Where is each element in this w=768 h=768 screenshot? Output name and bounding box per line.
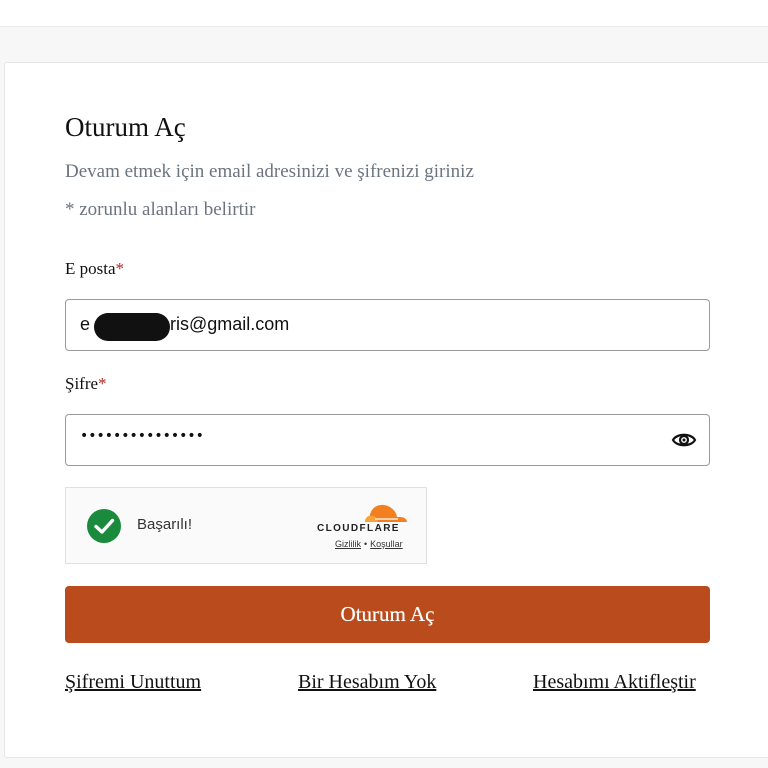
email-label-text: E posta (65, 259, 116, 278)
captcha-links: Gizlilik • Koşullar (335, 539, 403, 549)
required-asterisk: * (98, 374, 107, 393)
page-title: Oturum Aç (65, 112, 186, 142)
required-fields-note: * zorunlu alanları belirtir (65, 199, 256, 220)
email-value-end: ris@gmail.com (170, 314, 290, 334)
login-button[interactable]: Oturum Aç (65, 586, 710, 643)
cloudflare-wordmark: CLOUDFLARE (317, 523, 400, 534)
password-value: ••••••••••••••• (80, 428, 204, 444)
email-label: E posta* (65, 259, 124, 279)
check-circle-icon (86, 508, 122, 544)
redaction-mark (94, 313, 170, 341)
eye-icon[interactable] (671, 428, 697, 452)
privacy-link[interactable]: Gizlilik (335, 539, 361, 549)
email-field[interactable]: e ris@gmail.com (65, 299, 710, 351)
activate-account-link[interactable]: Hesabımı Aktifleştir (533, 671, 696, 694)
page-subtitle: Devam etmek için email adresinizi ve şif… (65, 161, 474, 182)
cloudflare-captcha: Başarılı! CLOUDFLARE Gizlilik • Koşullar (65, 487, 427, 564)
password-label: Şifre* (65, 374, 107, 394)
forgot-password-link[interactable]: Şifremi Unuttum (65, 671, 201, 694)
password-field[interactable]: ••••••••••••••• (65, 414, 710, 466)
captcha-status: Başarılı! (137, 516, 193, 533)
terms-link[interactable]: Koşullar (370, 539, 403, 549)
email-value-start: e (80, 314, 91, 334)
link-separator: • (364, 539, 368, 549)
top-bar (0, 0, 768, 27)
no-account-link[interactable]: Bir Hesabım Yok (298, 671, 436, 694)
required-asterisk: * (115, 259, 125, 278)
password-label-text: Şifre (65, 374, 99, 393)
